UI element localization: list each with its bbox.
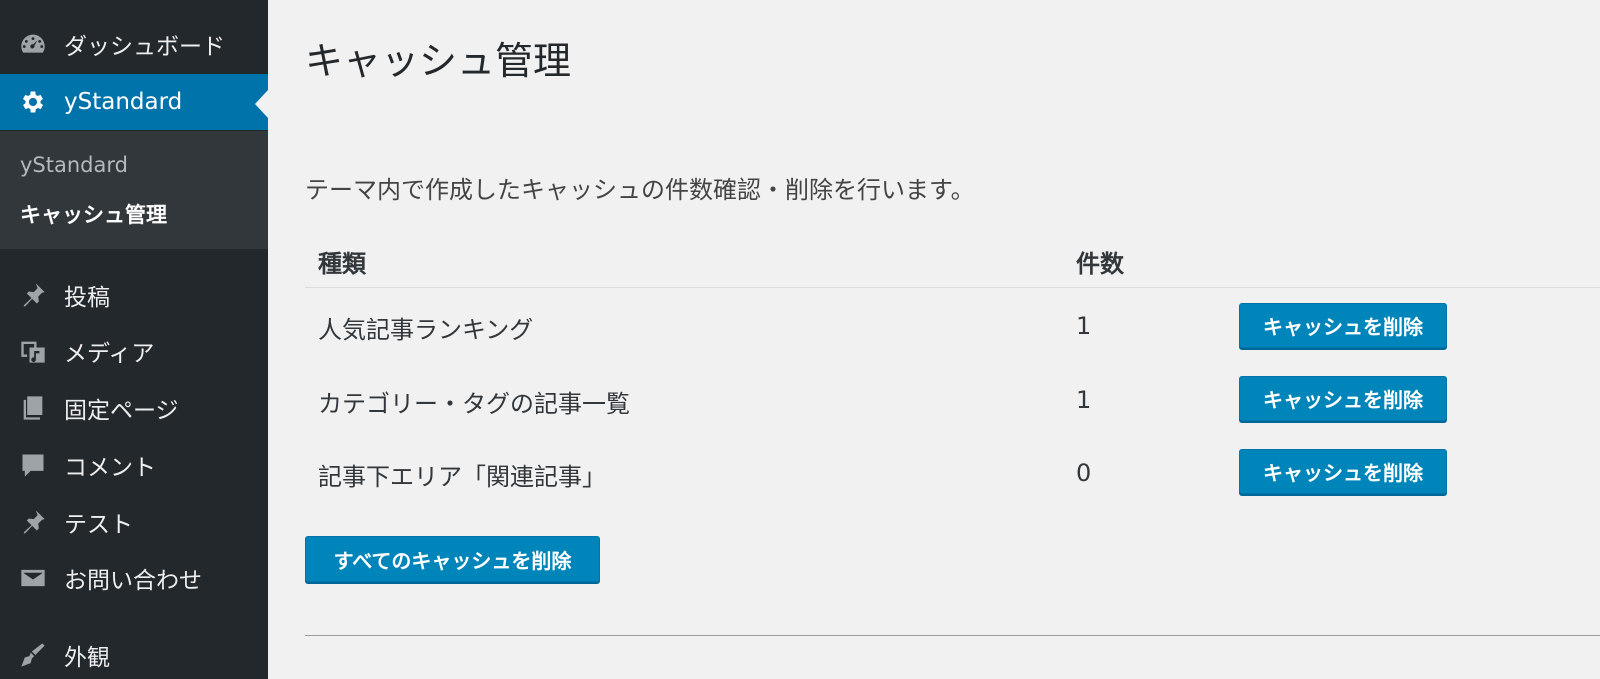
sidebar-item-label: テスト — [64, 512, 133, 538]
pages-icon — [18, 393, 48, 423]
admin-sidebar: ダッシュボード yStandard yStandard キャッシュ管理 投稿 メ… — [0, 0, 268, 679]
row-count: 1 — [1076, 386, 1092, 414]
sidebar-item-label: メディア — [64, 341, 155, 367]
delete-cache-button[interactable]: キャッシュを削除 — [1239, 449, 1447, 494]
submenu-item-ystandard[interactable]: yStandard — [20, 153, 128, 177]
row-count: 1 — [1076, 312, 1092, 340]
dashboard-icon — [18, 29, 48, 59]
sidebar-item-label: ダッシュボード — [64, 34, 225, 60]
sidebar-item-label: コメント — [64, 455, 156, 481]
mail-icon — [18, 563, 48, 593]
pin-icon — [18, 280, 48, 310]
pin-icon — [18, 507, 48, 537]
sidebar-item-comments[interactable]: コメント — [0, 437, 268, 493]
row-type: カテゴリー・タグの記事一覧 — [318, 390, 630, 418]
delete-cache-button[interactable]: キャッシュを削除 — [1239, 376, 1447, 421]
divider — [305, 635, 1600, 636]
gear-icon — [18, 87, 48, 117]
current-menu-arrow — [255, 90, 268, 118]
sidebar-item-label: お問い合わせ — [64, 568, 202, 594]
sidebar-item-label: 投稿 — [64, 285, 110, 311]
sidebar-item-label: yStandard — [64, 89, 183, 115]
submenu-item-cache-management[interactable]: キャッシュ管理 — [20, 199, 167, 229]
appearance-icon — [18, 640, 48, 670]
sidebar-item-test[interactable]: テスト — [0, 494, 268, 550]
sidebar-item-dashboard[interactable]: ダッシュボード — [0, 16, 268, 72]
row-type: 人気記事ランキング — [318, 316, 534, 344]
page-description: テーマ内で作成したキャッシュの件数確認・削除を行います。 — [305, 176, 975, 204]
table-header-count: 件数 — [1076, 250, 1124, 278]
table-header-type: 種類 — [318, 250, 366, 278]
sidebar-item-posts[interactable]: 投稿 — [0, 267, 268, 323]
media-icon — [18, 336, 48, 366]
sidebar-item-contact[interactable]: お問い合わせ — [0, 550, 268, 606]
sidebar-item-appearance[interactable]: 外観 — [0, 627, 268, 679]
comment-icon — [18, 450, 48, 480]
row-type: 記事下エリア「関連記事」 — [318, 463, 606, 491]
delete-cache-button[interactable]: キャッシュを削除 — [1239, 303, 1447, 348]
sidebar-submenu: yStandard キャッシュ管理 — [0, 131, 268, 249]
sidebar-item-media[interactable]: メディア — [0, 323, 268, 379]
page-title: キャッシュ管理 — [305, 39, 572, 83]
sidebar-item-label: 外観 — [64, 645, 110, 671]
sidebar-item-pages[interactable]: 固定ページ — [0, 380, 268, 436]
delete-all-cache-button[interactable]: すべてのキャッシュを削除 — [305, 536, 600, 582]
row-count: 0 — [1076, 459, 1092, 487]
table-header-divider — [305, 287, 1600, 288]
sidebar-item-label: 固定ページ — [64, 398, 179, 424]
sidebar-item-ystandard[interactable]: yStandard — [0, 74, 268, 130]
